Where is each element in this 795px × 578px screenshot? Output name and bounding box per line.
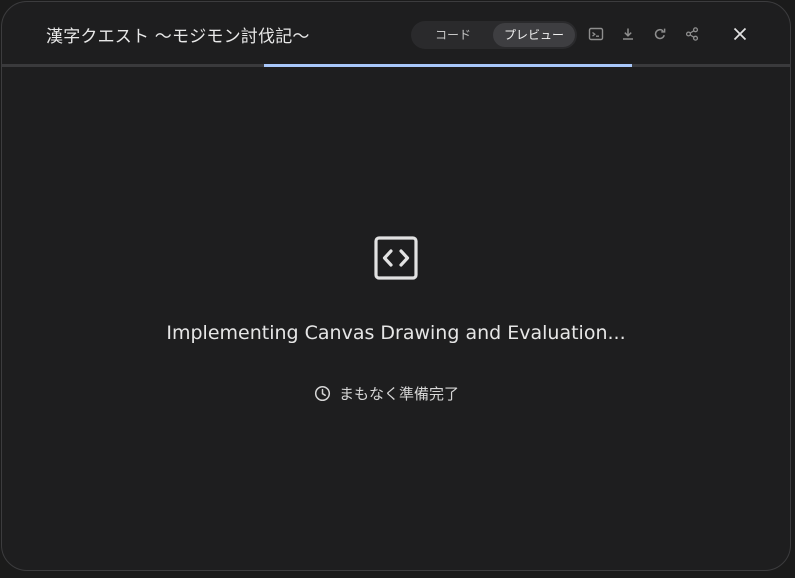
code-brackets-icon — [374, 236, 418, 280]
status-text: まもなく準備完了 — [339, 384, 460, 403]
close-icon[interactable] — [730, 24, 750, 44]
progress-bar — [2, 64, 790, 67]
status-row: まもなく準備完了 — [314, 382, 459, 404]
loading-title: Implementing Canvas Drawing and Evaluati… — [166, 322, 626, 344]
view-toggle: コード プレビュー — [411, 21, 577, 49]
tab-code[interactable]: コード — [415, 23, 491, 47]
clock-icon — [314, 385, 331, 402]
download-icon[interactable] — [618, 24, 638, 44]
refresh-icon[interactable] — [650, 24, 670, 44]
share-icon[interactable] — [682, 24, 702, 44]
progress-bar-fill — [264, 64, 633, 67]
page-title: 漢字クエスト 〜モジモン討伐記〜 — [46, 27, 310, 47]
preview-window: 漢字クエスト 〜モジモン討伐記〜 コード プレビュー Implementing … — [1, 1, 791, 571]
header-bar: 漢字クエスト 〜モジモン討伐記〜 コード プレビュー — [2, 2, 790, 65]
terminal-icon[interactable] — [586, 24, 606, 44]
tab-preview[interactable]: プレビュー — [493, 23, 575, 47]
